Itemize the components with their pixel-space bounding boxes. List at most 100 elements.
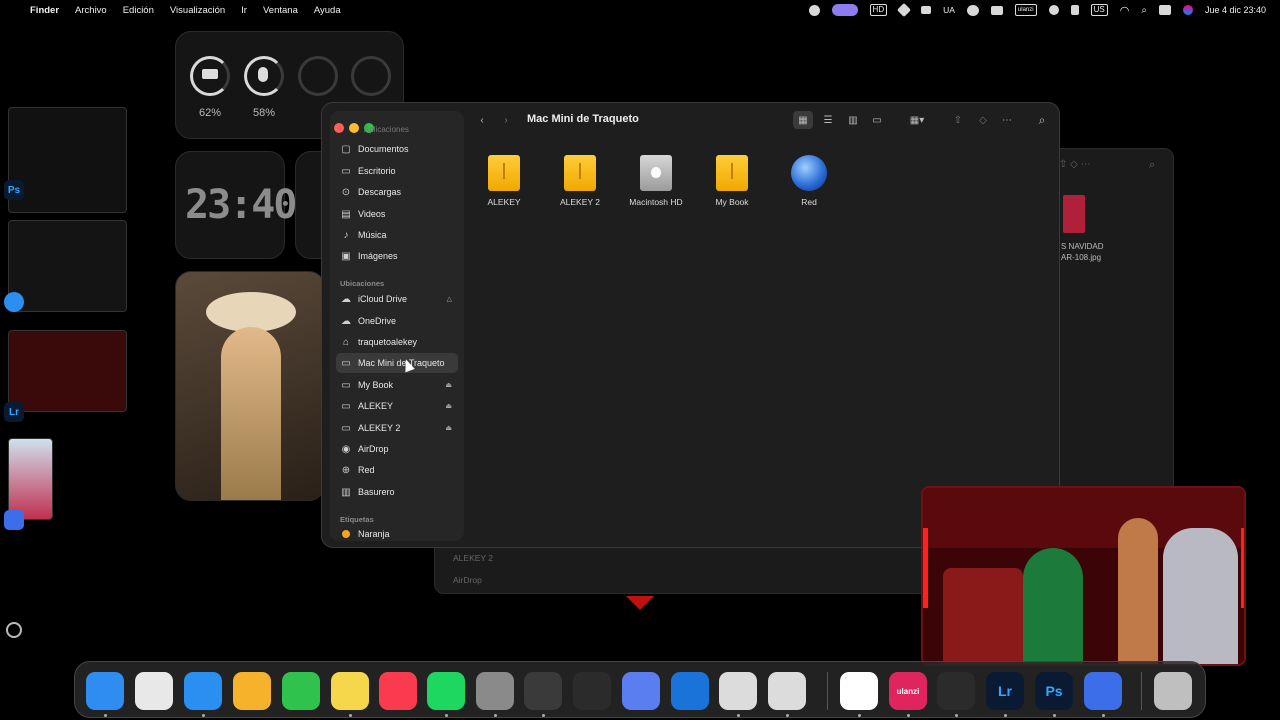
cloud-icon[interactable]	[990, 5, 1003, 15]
network-item-red[interactable]: Red	[774, 155, 844, 207]
stage-manager-icon[interactable]	[831, 4, 858, 16]
drive-item-alekey[interactable]: ALEKEY	[469, 155, 539, 207]
sidebar-item-airdrop[interactable]: ◉ AirDrop	[336, 439, 458, 459]
photoshop-badge: Ps	[4, 180, 24, 200]
tag-icon[interactable]: ◇	[973, 111, 993, 129]
safari-icon[interactable]	[184, 672, 222, 710]
notes-icon[interactable]	[331, 672, 369, 710]
photoshop-icon[interactable]: Ps	[1035, 672, 1073, 710]
launchpad-icon[interactable]	[135, 672, 173, 710]
sidebar-item-red[interactable]: ⊕ Red	[336, 460, 458, 480]
finder-window[interactable]: Aplicaciones ▢ Documentos ▭ Escritorio ⊙ De…	[321, 102, 1060, 548]
sidebar-item-my-book[interactable]: ▭ My Book ⏏	[336, 375, 458, 395]
forward-button[interactable]: ›	[496, 111, 516, 129]
running-indicator	[445, 714, 448, 717]
back-button[interactable]: ‹	[472, 111, 492, 129]
input-source[interactable]: US	[1090, 4, 1108, 16]
sidebar-item-aplicaciones[interactable]: Aplicaciones	[364, 125, 409, 134]
spotify-icon[interactable]	[427, 672, 465, 710]
gallery-view-button[interactable]: ▭	[867, 111, 887, 129]
menu-app-name[interactable]: Finder	[30, 5, 59, 16]
settings-icon[interactable]	[476, 672, 514, 710]
stage-window-photo[interactable]	[8, 438, 53, 520]
menu-edicion[interactable]: Edición	[123, 5, 154, 16]
phone-mirroring-icon[interactable]	[622, 672, 660, 710]
trash-icon[interactable]	[1154, 672, 1192, 710]
eject-icon[interactable]: ⏏	[445, 402, 452, 410]
wifi-icon[interactable]: ◠	[1120, 4, 1130, 17]
play-icon[interactable]	[1048, 5, 1059, 15]
stage-window-lightroom[interactable]	[8, 330, 127, 412]
creative-cloud-icon[interactable]	[966, 4, 979, 16]
music-icon[interactable]	[379, 672, 417, 710]
battery-icon[interactable]	[1070, 5, 1079, 15]
sidebar-item-alekey[interactable]: ▭ ALEKEY ⏏	[336, 396, 458, 416]
eject-icon[interactable]: ⏏	[445, 381, 452, 389]
icon-view-button[interactable]: ▦	[793, 111, 813, 129]
diamond-icon[interactable]	[897, 2, 912, 18]
image-file-label[interactable]: S NAVIDAD AR-108.jpg	[1061, 241, 1104, 263]
lightroom-icon[interactable]: Lr	[986, 672, 1024, 710]
menu-icon[interactable]	[921, 6, 932, 14]
fl-studio-icon[interactable]	[524, 672, 562, 710]
sidebar-item-onedrive[interactable]: ☁ OneDrive	[336, 311, 458, 331]
obs-icon[interactable]	[937, 672, 975, 710]
drive-icon: ▭	[341, 379, 351, 391]
clock-text[interactable]: Jue 4 dic 23:40	[1205, 5, 1266, 15]
menu-ayuda[interactable]: Ayuda	[314, 5, 341, 16]
sidebar-item-home[interactable]: ⌂ traquetoalekey	[336, 332, 458, 352]
orange-tag-icon	[340, 529, 352, 539]
control-center-icon[interactable]	[1158, 5, 1171, 15]
back-sidebar-item: ALEKEY 2	[453, 553, 494, 563]
share-icon[interactable]: ⇧	[948, 111, 968, 129]
search-icon[interactable]: ⌕	[1141, 5, 1147, 16]
sidebar-item-musica[interactable]: ♪ Música	[336, 225, 458, 245]
sidebar-tag-naranja[interactable]: Naranja	[336, 524, 458, 541]
airdrop-icon: ◉	[341, 443, 351, 455]
minimize-button[interactable]	[349, 123, 359, 133]
more-actions-icon[interactable]: ⋯	[997, 111, 1017, 129]
drive-item-alekey-2[interactable]: ALEKEY 2	[545, 155, 615, 207]
outlook-icon[interactable]	[671, 672, 709, 710]
stage-window-safari[interactable]	[8, 220, 127, 312]
sidebar-item-basurero[interactable]: ▥ Basurero	[336, 482, 458, 502]
home-icon[interactable]	[233, 672, 271, 710]
column-view-button[interactable]: ▥	[843, 111, 863, 129]
screenshot-app-icon[interactable]	[1084, 672, 1122, 710]
menu-ir[interactable]: Ir	[241, 5, 247, 16]
menu-ventana[interactable]: Ventana	[263, 5, 298, 16]
search-icon[interactable]: ⌕	[1032, 111, 1052, 129]
sidebar-item-descargas[interactable]: ⊙ Descargas	[336, 182, 458, 202]
davinci-resolve-icon[interactable]	[573, 672, 611, 710]
lang-indicator[interactable]: UA	[943, 5, 955, 15]
obs-mini-icon[interactable]	[6, 622, 22, 638]
audio-app-2-icon[interactable]	[768, 672, 806, 710]
drive-item-my-book[interactable]: My Book	[697, 155, 767, 207]
sidebar-item-documentos[interactable]: ▢ Documentos	[336, 139, 458, 159]
list-view-button[interactable]: ☰	[818, 111, 838, 129]
drive-item-macintosh-hd[interactable]: Macintosh HD	[621, 155, 691, 207]
sidebar-item-imagenes[interactable]: ▣ Imágenes	[336, 246, 458, 266]
sidebar-item-alekey-2[interactable]: ▭ ALEKEY 2 ⏏	[336, 418, 458, 438]
siri-icon[interactable]	[1182, 5, 1193, 15]
camera-overlay	[921, 486, 1246, 666]
ulanzi-studio-icon[interactable]: ulanzi	[889, 672, 927, 710]
audio-app-1-icon[interactable]	[719, 672, 757, 710]
menu-visualizacion[interactable]: Visualización	[170, 5, 225, 16]
image-file-thumbnail[interactable]	[1063, 195, 1085, 233]
sidebar-item-icloud[interactable]: ☁ iCloud Drive △	[336, 289, 458, 309]
group-by-button[interactable]: ▦▾	[904, 111, 930, 129]
sidebar-item-escritorio[interactable]: ▭ Escritorio	[336, 161, 458, 181]
menu-archivo[interactable]: Archivo	[75, 5, 107, 16]
sidebar-item-videos[interactable]: ▤ Videos	[336, 204, 458, 224]
finder-icon[interactable]	[86, 672, 124, 710]
facetime-icon[interactable]	[282, 672, 320, 710]
hd-icon[interactable]: HD	[869, 4, 888, 16]
stage-window-photoshop[interactable]	[8, 107, 127, 213]
ulanzi-status-icon[interactable]: ulanzi	[1014, 4, 1037, 16]
close-button[interactable]	[334, 123, 344, 133]
eject-icon[interactable]: ⏏	[445, 424, 452, 432]
chrome-icon[interactable]	[840, 672, 878, 710]
sidebar-item-mac-mini[interactable]: ▭ Mac Mini de Traqueto	[336, 353, 458, 373]
screen-time-icon[interactable]	[808, 4, 820, 16]
